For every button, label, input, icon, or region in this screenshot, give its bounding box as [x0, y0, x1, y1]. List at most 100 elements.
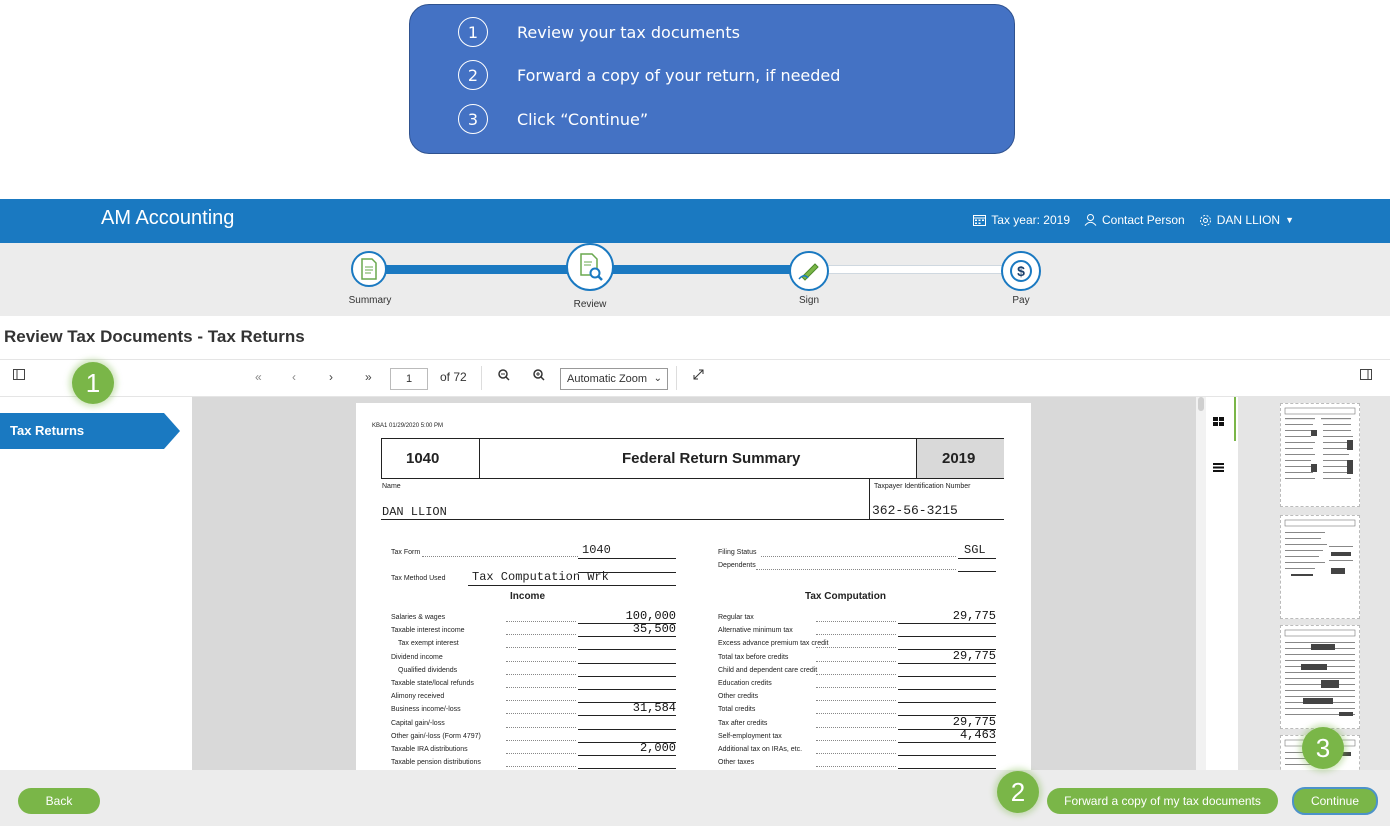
row-label: Regular tax: [718, 614, 754, 621]
step-text: Review your tax documents: [517, 22, 740, 42]
step-summary[interactable]: [351, 251, 387, 287]
row-underline: [898, 755, 996, 756]
contact-person-link[interactable]: Contact Person: [1084, 213, 1185, 227]
filing-status-label: Filing Status: [718, 549, 757, 556]
sidebar-panel-icon: [13, 369, 25, 380]
leader-dots: [816, 713, 896, 715]
zoom-select[interactable]: Automatic Zoom ⌄: [560, 368, 668, 390]
page-thumbnail-3[interactable]: [1280, 625, 1360, 729]
tax-computation-heading: Tax Computation: [805, 591, 886, 602]
sidebar-item-tax-returns[interactable]: Tax Returns: [0, 413, 180, 449]
step-review[interactable]: [566, 243, 614, 291]
leader-dots: [422, 556, 578, 557]
name-divider: [869, 479, 870, 519]
summary-doc-icon: [361, 258, 377, 280]
row-value: 29,775: [952, 648, 996, 663]
grid-view-button[interactable]: [1213, 413, 1224, 431]
tax-year-selector[interactable]: Tax year: 2019: [973, 213, 1070, 227]
leader-dots: [816, 766, 896, 768]
next-page-button[interactable]: ›: [329, 370, 333, 384]
leader-dots: [816, 634, 896, 636]
right-panel-toggle-button[interactable]: [1360, 369, 1372, 383]
fullscreen-button[interactable]: [693, 369, 704, 383]
row-underline: [578, 649, 676, 651]
header-actions: Tax year: 2019 Contact Person DAN LLION …: [973, 213, 1294, 227]
brand-name: AM Accounting: [101, 207, 235, 229]
row-label: Taxable pension distributions: [391, 759, 481, 767]
viewer-scrollbar[interactable]: [1196, 397, 1206, 770]
progress-tracker: $ Summary Review Sign Pay: [0, 243, 1390, 316]
row-label: Business income/-loss: [391, 706, 461, 714]
row-underline: [578, 715, 676, 717]
row-label: Taxable state/local refunds: [391, 680, 474, 687]
previous-page-button[interactable]: ‹: [292, 370, 296, 384]
leader-dots: [506, 673, 576, 675]
scroll-thumb[interactable]: [1198, 397, 1204, 411]
person-icon: [1084, 214, 1097, 226]
row-label: Taxable interest income: [391, 627, 465, 635]
row-value: 29,775: [952, 714, 996, 729]
page-count: of 72: [440, 370, 467, 384]
dollar-icon: $: [1010, 260, 1032, 282]
page-number-input[interactable]: 1: [390, 368, 428, 390]
step-number: 1: [458, 17, 488, 47]
last-page-button[interactable]: »: [365, 370, 372, 384]
step-sign[interactable]: [789, 251, 829, 291]
sidebar-toggle-button[interactable]: [13, 369, 25, 383]
leader-dots: [816, 687, 896, 688]
taxpayer-name: DAN LLION: [382, 505, 447, 519]
annotation-bubble-3: 3: [1302, 727, 1344, 769]
doc-timestamp: KBA1 01/29/2020 5:00 PM: [372, 423, 444, 429]
instruction-callout: 1 Review your tax documents 2 Forward a …: [409, 4, 1015, 154]
leader-dots: [506, 753, 576, 754]
step-number: 3: [458, 104, 488, 134]
step-pay[interactable]: $: [1001, 251, 1041, 291]
dependents-label: Dependents: [718, 562, 756, 569]
zoom-out-button[interactable]: [498, 369, 510, 384]
leader-dots: [816, 753, 896, 754]
page-thumbnail-1[interactable]: [1280, 403, 1360, 507]
filing-status-line: [958, 558, 996, 559]
row-value: 2,000: [639, 741, 676, 755]
back-button[interactable]: Back: [18, 788, 100, 814]
sidebar-panel-icon: [1360, 369, 1372, 380]
leader-dots: [506, 766, 576, 768]
zoom-in-button[interactable]: [533, 369, 545, 384]
leader-dots: [506, 621, 576, 622]
svg-text:$: $: [1017, 263, 1025, 279]
leader-dots: [816, 673, 896, 675]
progress-bar-complete-2: [600, 265, 800, 274]
tax-year-label: Tax year: 2019: [991, 213, 1070, 227]
page-title: Review Tax Documents - Tax Returns: [4, 327, 305, 346]
page-thumbnail-2[interactable]: [1280, 515, 1360, 619]
doc-title: Federal Return Summary: [622, 450, 801, 467]
row-underline: [898, 702, 996, 704]
document-sidebar: Tax Returns: [0, 397, 192, 770]
row-underline: [898, 623, 996, 624]
thumbnail-panel: [1206, 397, 1390, 775]
chevron-down-icon: ⌄: [653, 373, 662, 384]
row-value: 29,775: [952, 609, 996, 623]
row-label: Salaries & wages: [391, 614, 446, 621]
doc-header-divider: [479, 439, 480, 478]
leader-dots: [816, 660, 896, 662]
pdf-viewer[interactable]: KBA1 01/29/2020 5:00 PM 1040 Federal Ret…: [192, 397, 1196, 770]
row-value: 100,000: [625, 609, 676, 623]
contact-label: Contact Person: [1102, 213, 1185, 227]
user-menu[interactable]: DAN LLION ▼: [1199, 213, 1294, 227]
leader-dots: [816, 726, 896, 728]
row-value: 4,463: [959, 727, 996, 742]
app-header: AM Accounting Tax year: 2019 Contact Per…: [0, 199, 1390, 243]
leader-dots: [816, 647, 896, 649]
row-label: Tax after credits: [718, 719, 768, 727]
list-view-button[interactable]: [1213, 459, 1224, 477]
tax-form-line: [578, 558, 676, 559]
leader-dots: [756, 569, 956, 570]
annotation-bubble-1: 1: [72, 362, 114, 404]
row-label: Additional tax on IRAs, etc.: [718, 746, 803, 753]
continue-button[interactable]: Continue: [1292, 787, 1378, 815]
leader-dots: [816, 700, 896, 702]
first-page-button[interactable]: «: [255, 370, 262, 384]
forward-copy-button[interactable]: Forward a copy of my tax documents: [1047, 788, 1278, 814]
chevron-right-icon: ›: [329, 370, 333, 384]
